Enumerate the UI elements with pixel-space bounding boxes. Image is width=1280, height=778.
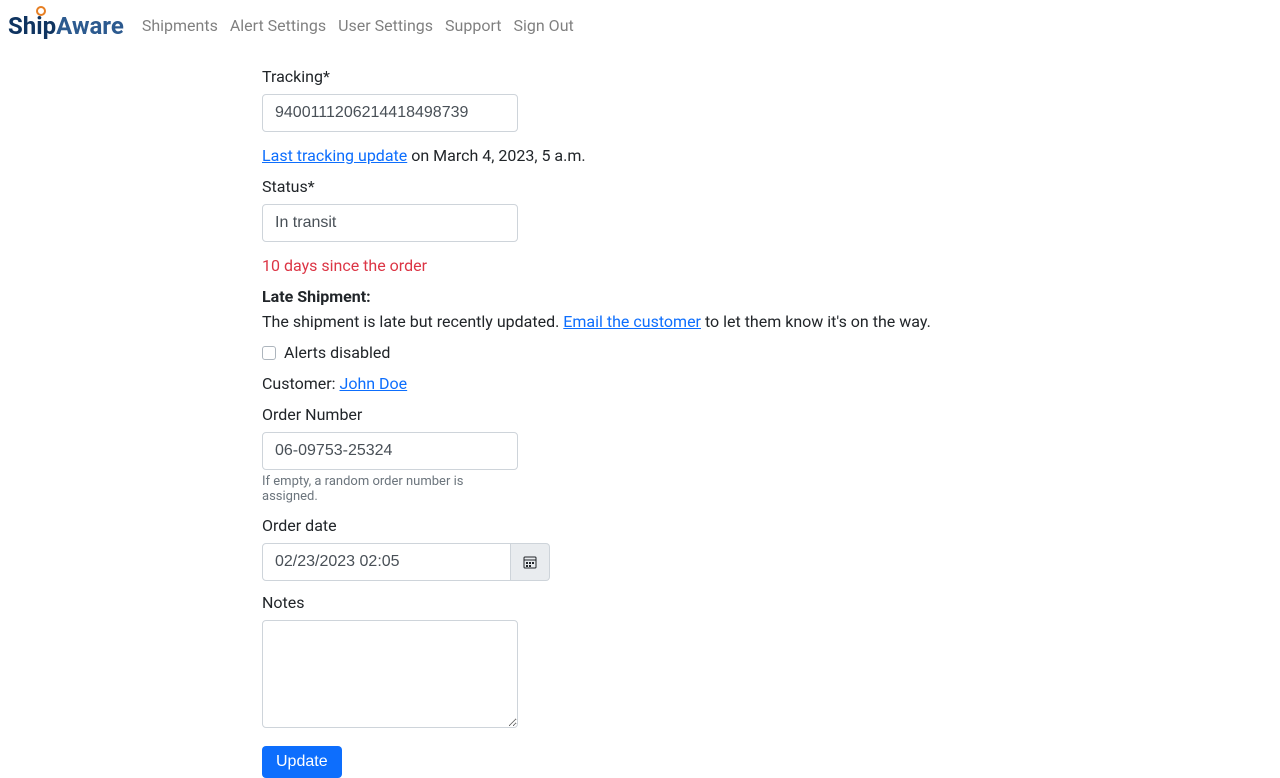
nav-alert-settings[interactable]: Alert Settings — [224, 8, 332, 43]
notes-textarea[interactable] — [262, 620, 518, 728]
nav-user-settings[interactable]: User Settings — [332, 8, 439, 43]
late-shipment-title: Late Shipment: — [262, 287, 1018, 306]
order-number-label: Order Number — [262, 405, 518, 424]
last-tracking-update-link[interactable]: Last tracking update — [262, 146, 407, 165]
late-shipment-block: Late Shipment: The shipment is late but … — [262, 287, 1018, 331]
order-number-input[interactable] — [262, 432, 518, 470]
update-button[interactable]: Update — [262, 746, 342, 778]
customer-prefix: Customer: — [262, 374, 339, 393]
status-label: Status* — [262, 177, 518, 196]
late-shipment-desc-suffix: to let them know it's on the way. — [701, 312, 931, 331]
nav-support[interactable]: Support — [439, 8, 507, 43]
calendar-button[interactable] — [511, 543, 550, 581]
calendar-icon — [523, 555, 537, 569]
navbar: ShipAware Shipments Alert Settings User … — [0, 0, 1280, 51]
nav-links: Shipments Alert Settings User Settings S… — [136, 8, 580, 43]
alerts-disabled-label: Alerts disabled — [284, 343, 390, 362]
alerts-disabled-checkbox[interactable] — [262, 346, 276, 360]
order-number-help: If empty, a random order number is assig… — [262, 474, 518, 504]
last-update-line: Last tracking update on March 4, 2023, 5… — [262, 146, 1018, 165]
last-update-text: on March 4, 2023, 5 a.m. — [407, 146, 585, 165]
customer-link[interactable]: John Doe — [339, 374, 407, 393]
nav-shipments[interactable]: Shipments — [136, 8, 224, 43]
order-date-input[interactable] — [262, 543, 511, 581]
order-date-group — [262, 543, 550, 581]
tracking-label: Tracking* — [262, 67, 518, 86]
nav-sign-out[interactable]: Sign Out — [508, 8, 580, 43]
status-input[interactable] — [262, 204, 518, 242]
notes-label: Notes — [262, 593, 518, 612]
email-customer-link[interactable]: Email the customer — [563, 312, 701, 331]
logo-text-ship: Ship — [8, 12, 56, 40]
days-since-warning: 10 days since the order — [262, 256, 1018, 275]
tracking-input[interactable] — [262, 94, 518, 132]
customer-line: Customer: John Doe — [262, 374, 1018, 393]
logo-text-aware: Aware — [56, 12, 124, 40]
brand-logo[interactable]: ShipAware — [8, 12, 124, 40]
alerts-disabled-row: Alerts disabled — [262, 343, 1018, 362]
logo-dot-icon — [36, 6, 46, 16]
late-shipment-desc-prefix: The shipment is late but recently update… — [262, 312, 563, 331]
order-date-label: Order date — [262, 516, 1018, 535]
